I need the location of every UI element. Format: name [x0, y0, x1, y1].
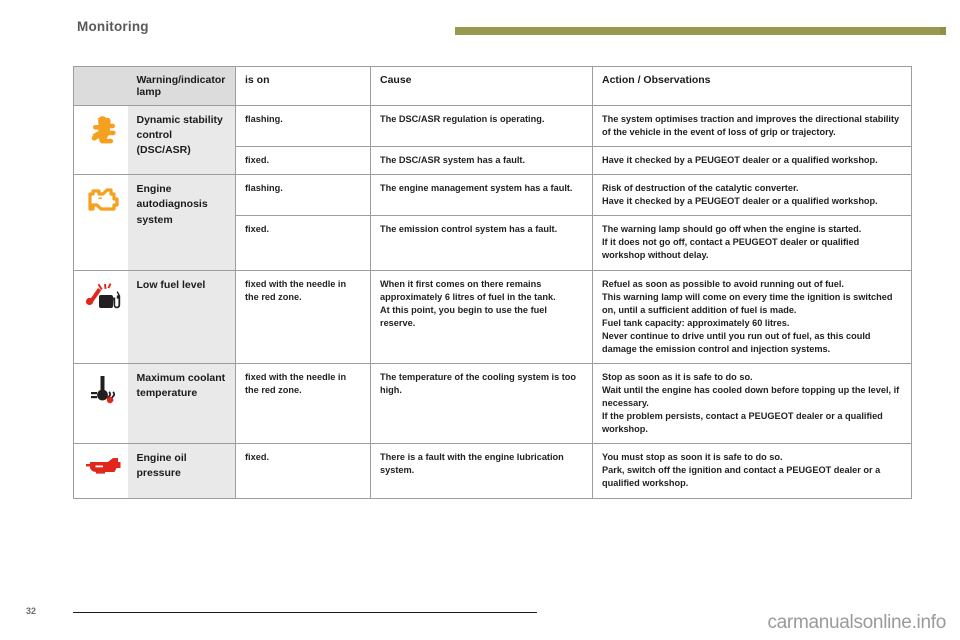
page-title: Monitoring	[77, 19, 149, 34]
lamp-action: Have it checked by a PEUGEOT dealer or a…	[592, 146, 912, 176]
dsc-asr-skidding-car-icon	[83, 114, 123, 148]
lamp-cause: When it first comes on there remains app…	[370, 269, 593, 364]
lamp-is-on: fixed with the needle in the red zone.	[235, 362, 371, 445]
column-header-lamp: Warning/indicator lamp	[127, 66, 236, 106]
lamp-name: Engine oil pressure	[127, 443, 236, 500]
table-body: Dynamic stability control (DSC/ASR) flas…	[73, 104, 912, 500]
column-header-lamp-icon	[73, 66, 128, 106]
lamp-is-on: fixed with the needle in the red zone.	[235, 269, 371, 364]
page-number: 32	[26, 606, 37, 616]
header-accent-bar-cap	[940, 27, 946, 35]
lamp-name: Dynamic stability control (DSC/ASR)	[127, 104, 236, 176]
lamp-icon-cell	[73, 104, 128, 176]
lamp-icon-cell	[73, 362, 128, 445]
lamp-cause: The temperature of the cooling system is…	[370, 362, 593, 445]
lamp-name: Low fuel level	[127, 269, 236, 364]
table-row: Dynamic stability control (DSC/ASR) flas…	[73, 104, 912, 176]
lamp-action: You must stop as soon it is safe to do s…	[592, 443, 912, 500]
lamp-cause: The engine management system has a fault…	[370, 174, 593, 217]
manual-page: Monitoring Warning/indicator lamp is on …	[0, 0, 960, 640]
lamp-name: Maximum coolant temperature	[127, 362, 236, 445]
lamp-action: Risk of destruction of the catalytic con…	[592, 174, 912, 217]
lamp-name: Engine autodiagnosis system	[127, 174, 236, 271]
lamp-action: The warning lamp should go off when the …	[592, 215, 912, 271]
lamp-icon-cell	[73, 174, 128, 271]
warning-lamp-table: Warning/indicator lamp is on Cause Actio…	[73, 66, 912, 500]
site-watermark: carmanualsonline.info	[767, 612, 946, 633]
lamp-is-on: flashing.	[235, 104, 371, 148]
lamp-cause: The DSC/ASR system has a fault.	[370, 146, 593, 176]
lamp-cause: There is a fault with the engine lubrica…	[370, 443, 593, 500]
lamp-action: Stop as soon as it is safe to do so. Wait…	[592, 362, 912, 445]
lamp-cause: The DSC/ASR regulation is operating.	[370, 104, 593, 148]
lamp-is-on: fixed.	[235, 146, 371, 176]
fuel-pump-low-icon	[83, 279, 123, 313]
footer-divider	[73, 612, 537, 613]
lamp-is-on: fixed.	[235, 443, 371, 500]
column-header-is-on: is on	[235, 66, 371, 106]
lamp-action: The system optimises traction and improv…	[592, 104, 912, 148]
table-row: Low fuel level fixed with the needle in …	[73, 269, 912, 364]
lamp-action: Refuel as soon as possible to avoid runn…	[592, 269, 912, 364]
lamp-icon-cell	[73, 443, 128, 500]
column-header-cause: Cause	[370, 66, 593, 106]
column-header-action: Action / Observations	[592, 66, 912, 106]
lamp-icon-cell	[73, 269, 128, 364]
lamp-is-on: flashing.	[235, 174, 371, 217]
table-row: Engine oil pressure fixed. There is a fa…	[73, 443, 912, 500]
lamp-is-on: fixed.	[235, 215, 371, 271]
lamp-cause: The emission control system has a fault.	[370, 215, 593, 271]
table-row: Engine autodiagnosis system flashing. Th…	[73, 174, 912, 271]
engine-check-icon	[83, 183, 123, 217]
table-header-row: Warning/indicator lamp is on Cause Actio…	[73, 66, 912, 106]
page-header: Monitoring	[0, 0, 960, 48]
header-accent-bar	[455, 27, 940, 35]
oil-can-icon	[83, 452, 123, 486]
table-row: Maximum coolant temperature fixed with t…	[73, 362, 912, 445]
coolant-temperature-icon	[83, 372, 123, 406]
